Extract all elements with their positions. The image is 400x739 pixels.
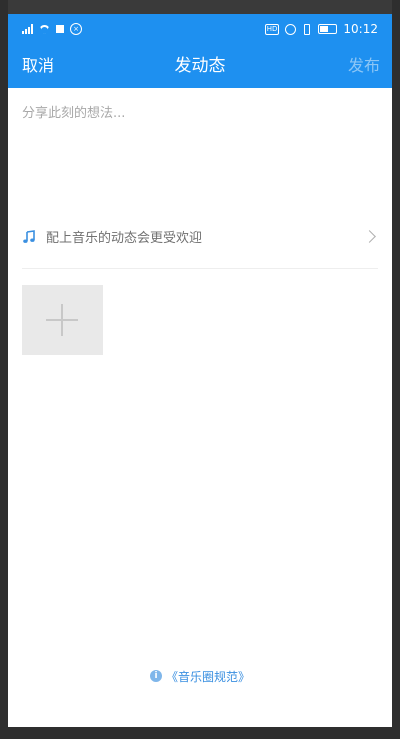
status-right-icons: HD 10:12: [264, 21, 378, 37]
divider: [22, 268, 378, 269]
status-left-icons: ×: [22, 22, 82, 36]
hd-icon: HD: [264, 23, 280, 35]
vibrate-icon: [302, 24, 312, 34]
community-rules-link[interactable]: i 《音乐圈规范》: [8, 666, 392, 686]
notification-square-icon: [56, 25, 64, 33]
chevron-right-icon: [363, 229, 376, 243]
status-time: 10:12: [343, 22, 378, 36]
device-top-bezel: [0, 0, 400, 14]
alarm-icon: [285, 23, 297, 35]
add-image-button[interactable]: [22, 285, 103, 355]
device-left-bezel: [0, 0, 8, 739]
battery-icon: [318, 24, 338, 34]
publish-button[interactable]: 发布: [348, 44, 380, 88]
device-right-bezel: [392, 0, 400, 739]
blocked-circle-icon: ×: [70, 23, 82, 35]
add-music-label: 配上音乐的动态会更受欢迎: [46, 230, 203, 246]
battery-fill: [320, 26, 329, 32]
add-music-row[interactable]: 配上音乐的动态会更受欢迎: [22, 222, 378, 250]
app-header: 发动态 取消 发布: [8, 44, 392, 88]
cancel-button[interactable]: 取消: [22, 44, 54, 88]
page-title: 发动态: [174, 56, 226, 76]
wifi-icon: [39, 25, 50, 34]
music-note-icon: [22, 229, 36, 243]
community-rules-label: 《音乐圈规范》: [165, 669, 250, 684]
plus-icon: [46, 304, 78, 336]
status-bar: × HD 10:12: [8, 14, 392, 44]
post-text-input[interactable]: 分享此刻的想法...: [22, 102, 378, 212]
device-bottom-bezel: [0, 727, 400, 739]
info-icon: i: [149, 670, 162, 682]
signal-icon: [22, 24, 33, 34]
phone-screen: × HD 10:12 发动态 取消 发布 分享此刻的想法... 配上音乐的动态会…: [8, 14, 392, 727]
